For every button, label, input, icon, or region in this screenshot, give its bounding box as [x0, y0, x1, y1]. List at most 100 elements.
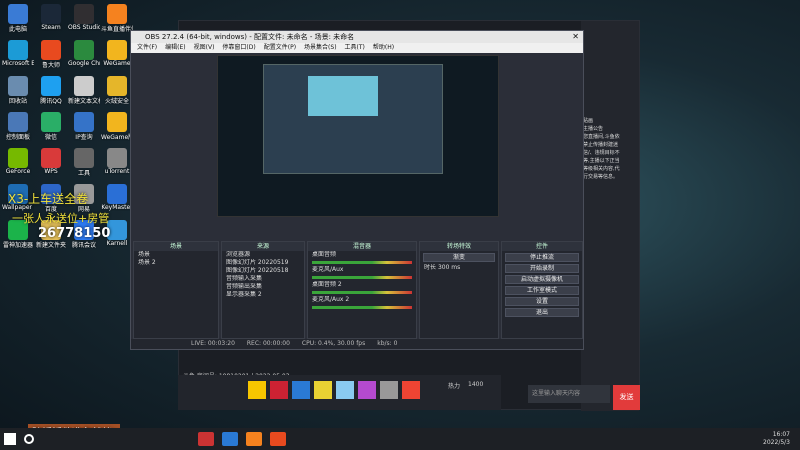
status-item: REC: 00:00:00	[246, 340, 290, 347]
control-button[interactable]: 工作室模式	[505, 286, 579, 295]
desktop-icon[interactable]: 此电脑	[2, 4, 34, 33]
mixer-track-label: 麦克风/Aux 2	[312, 296, 350, 303]
source-item[interactable]: 图像幻灯片 20220519	[222, 259, 304, 267]
menu-item[interactable]: 工具(T)	[345, 43, 365, 53]
desktop-icon-label: 微信	[44, 134, 57, 141]
source-item[interactable]: 浏览器源	[222, 251, 304, 259]
desktop-icon-label: WeGame版	[101, 134, 133, 141]
taskbar-app-icon[interactable]	[270, 432, 286, 446]
desktop-icon[interactable]: 斗鱼直播伴侣	[101, 4, 133, 33]
side-text: 您直播间,斗鱼依	[583, 134, 620, 140]
control-button[interactable]: 启动虚拟摄像机	[505, 275, 579, 284]
desktop-icon-label: Google Chrome	[68, 60, 100, 67]
desktop-icon[interactable]: 控制面板	[2, 112, 34, 141]
desktop-icon-label: WPS	[44, 168, 58, 175]
status-item: kb/s: 0	[377, 340, 398, 347]
app-icon	[74, 148, 94, 168]
audio-meter[interactable]	[312, 276, 412, 279]
menu-item[interactable]: 编辑(E)	[165, 43, 185, 53]
desktop-icon-label: 新建文本文档	[68, 98, 100, 105]
app-icon	[8, 4, 28, 24]
desktop-icon[interactable]: KeyMaster	[101, 184, 133, 211]
menu-item[interactable]: 视图(V)	[194, 43, 215, 53]
desktop-icon[interactable]: Google Chrome	[68, 40, 100, 67]
obs-menu-bar: 文件(F) 编辑(E) 视图(V) 停靠窗口(D) 配置文件(P) 场景集合(S) 工具(T…	[131, 43, 583, 53]
desktop-icon[interactable]: 鲁大师	[35, 40, 67, 69]
obs-preview-canvas	[217, 55, 499, 217]
app-icon	[107, 184, 127, 204]
transitions-title: 转场特效	[420, 242, 498, 251]
desktop-icon[interactable]: Microsoft Edge	[2, 40, 34, 67]
menu-item[interactable]: 配置文件(P)	[264, 43, 296, 53]
mixer-dock: 混音器 桌面音频 麦克风/Aux 桌面音频 2 麦克风/Aux 2	[307, 241, 417, 339]
send-button[interactable]: 发送	[613, 385, 640, 410]
scenes-dock: 场景 场景 场景 2	[133, 241, 219, 339]
desktop-icon[interactable]: uTorrent	[101, 148, 133, 175]
side-text: 禁止传播封建迷	[583, 142, 619, 148]
menu-item[interactable]: 场景集合(S)	[304, 43, 337, 53]
control-button[interactable]: 设置	[505, 297, 579, 306]
desktop-icon-label: 雷神加速器	[2, 242, 33, 249]
source-item[interactable]: 显示器采集 2	[222, 291, 304, 299]
taskbar-app-icon[interactable]	[222, 432, 238, 446]
clock: 16:07 2022/5/3	[763, 431, 790, 447]
desktop-icon-label: GeForce	[5, 168, 31, 175]
source-item[interactable]: 音频输入采集	[222, 275, 304, 283]
desktop-icon[interactable]: WeGame	[101, 40, 133, 67]
obs-title-text: OBS 27.2.4 (64-bit, windows) - 配置文件: 未命名…	[145, 33, 355, 41]
desktop-icon-label: 工具	[77, 170, 90, 177]
app-icon	[8, 40, 28, 60]
desktop-icon[interactable]: GeForce	[2, 148, 34, 175]
desktop-icon[interactable]: WPS	[35, 148, 67, 175]
mixer-track-label: 桌面音频 2	[312, 281, 342, 288]
status-item: CPU: 0.4%, 30.00 fps	[301, 340, 366, 347]
overlay-line1: X3-上车送全卷	[8, 192, 89, 206]
menu-item[interactable]: 帮助(H)	[373, 43, 394, 53]
scenes-title: 场景	[134, 242, 218, 251]
gift-icons[interactable]	[248, 381, 420, 399]
transition-duration[interactable]: 时长 300 ms	[420, 264, 498, 272]
control-button[interactable]: 开始录制	[505, 264, 579, 273]
desktop-icon[interactable]: 微信	[35, 112, 67, 141]
source-item[interactable]: 图像幻灯片 20220518	[222, 267, 304, 275]
windows-start-icon[interactable]	[4, 433, 16, 445]
side-text: 等级相关内容,代	[583, 166, 620, 172]
clock-date: 2022/5/3	[763, 439, 790, 446]
taskbar-app-icon[interactable]	[246, 432, 262, 446]
desktop-icon[interactable]: 腾讯QQ	[35, 76, 67, 105]
app-icon	[41, 40, 61, 60]
desktop-icon[interactable]: OBS Studio	[68, 4, 100, 31]
audio-meter[interactable]	[312, 261, 412, 264]
chat-input[interactable]: 这里输入聊天内容	[528, 385, 610, 403]
fan-id: 26778150	[38, 226, 111, 241]
desktop-icon-label: Steam	[41, 24, 61, 31]
transition-select[interactable]: 渐变	[423, 253, 495, 262]
mixer-track-label: 桌面音频	[312, 251, 337, 258]
desktop-icon[interactable]: 新建文本文档	[68, 76, 100, 105]
scene-item[interactable]: 场景 2	[134, 259, 218, 267]
taskbar-app-icon[interactable]	[198, 432, 214, 446]
desktop-icon-label: 火绒安全	[104, 98, 129, 105]
control-button[interactable]: 退出	[505, 308, 579, 317]
scene-item[interactable]: 场景	[134, 251, 218, 259]
desktop-icon[interactable]: 工具	[68, 148, 100, 177]
close-icon[interactable]: ✕	[572, 31, 579, 43]
search-icon[interactable]	[24, 434, 34, 444]
mixer-title: 混音器	[308, 242, 416, 251]
desktop-icon[interactable]: Steam	[35, 4, 67, 31]
control-button[interactable]: 停止推流	[505, 253, 579, 262]
desktop-icon[interactable]: 火绒安全	[101, 76, 133, 105]
desktop-icon[interactable]: IP查询	[68, 112, 100, 141]
app-icon	[8, 148, 28, 168]
app-icon	[107, 148, 127, 168]
audio-meter[interactable]	[312, 306, 412, 309]
menu-item[interactable]: 停靠窗口(D)	[222, 43, 255, 53]
sources-title: 来源	[222, 242, 304, 251]
desktop-icon-label: IP查询	[75, 134, 93, 141]
source-item[interactable]: 音频输出采集	[222, 283, 304, 291]
obs-title-bar: OBS 27.2.4 (64-bit, windows) - 配置文件: 未命名…	[131, 31, 583, 43]
desktop-icon[interactable]: 回收站	[2, 76, 34, 105]
desktop-icon[interactable]: WeGame版	[101, 112, 133, 141]
menu-item[interactable]: 文件(F)	[137, 43, 157, 53]
audio-meter[interactable]	[312, 291, 412, 294]
